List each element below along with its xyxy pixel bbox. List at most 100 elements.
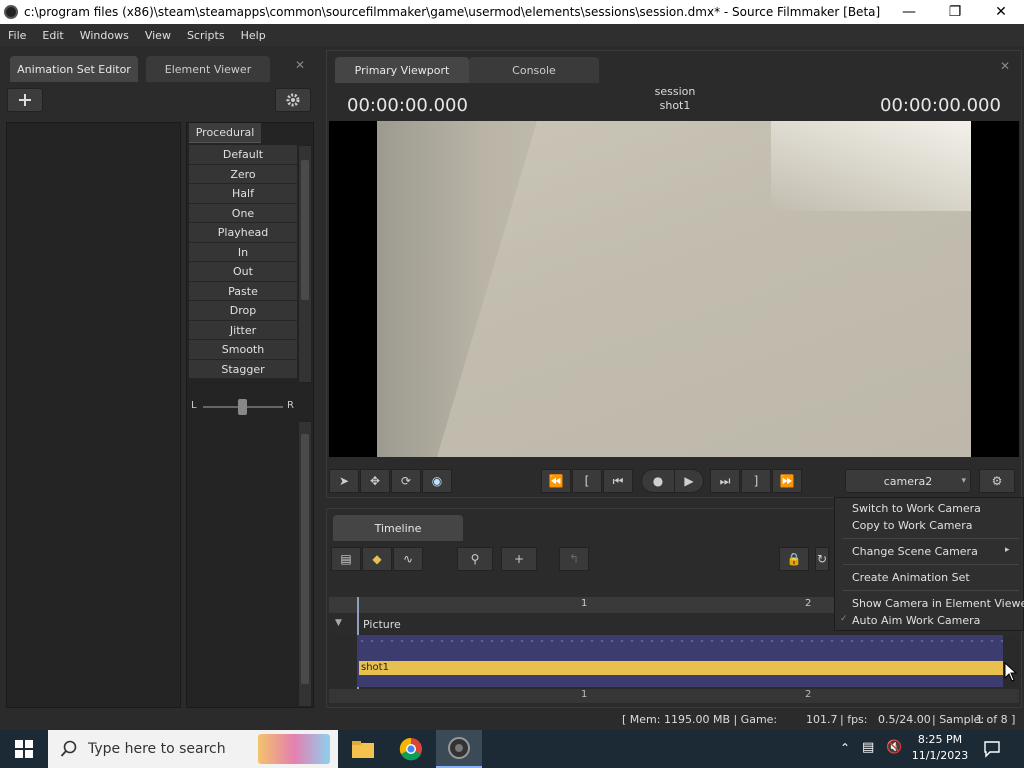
menu-view[interactable]: View	[137, 29, 179, 42]
chevron-up-icon[interactable]: ⌃	[840, 741, 850, 755]
select-tool-button[interactable]: ➤	[329, 469, 359, 493]
tab-primary-viewport[interactable]: Primary Viewport	[335, 57, 469, 83]
menu-item-create-animation-set[interactable]: Create Animation Set	[852, 571, 970, 584]
lock-button[interactable]: 🔒	[779, 547, 809, 571]
add-animation-set-button[interactable]	[7, 88, 43, 112]
settings-button[interactable]	[275, 88, 311, 112]
notifications-icon[interactable]	[983, 740, 1001, 758]
camera-view[interactable]	[377, 121, 971, 457]
ruler-tick: 2	[805, 598, 812, 609]
tab-console[interactable]: Console	[469, 57, 599, 83]
rotate-icon: ⟳	[400, 474, 412, 488]
picture-track[interactable]: shot1	[329, 635, 1019, 687]
go-to-end-button[interactable]: ⏭	[710, 469, 740, 493]
chrome-icon	[399, 737, 422, 761]
add-marker-button[interactable]: ⚲	[457, 547, 493, 571]
play-button[interactable]: ▶	[674, 469, 704, 493]
viewport-settings-button[interactable]: ⚙	[979, 469, 1015, 493]
menu-edit[interactable]: Edit	[34, 29, 71, 42]
menu-item-copy-to-work-camera[interactable]: Copy to Work Camera	[852, 519, 972, 532]
collapse-triangle-icon[interactable]: ▼	[335, 618, 342, 628]
menu-file[interactable]: File	[0, 29, 34, 42]
menu-item-switch-to-work-camera[interactable]: Switch to Work Camera	[852, 502, 981, 515]
scrollbar-thumb[interactable]	[301, 160, 309, 300]
camera-select-value: camera2	[883, 474, 933, 488]
status-sample-value: 1 of 8 ]	[976, 713, 1016, 726]
preset-in[interactable]: In	[189, 242, 297, 262]
primary-viewport-panel: Primary Viewport Console ✕ 00:00:00.000 …	[326, 50, 1022, 498]
clip-editor-button[interactable]: ▤	[331, 547, 361, 571]
shot-info: session shot1	[647, 85, 703, 113]
fast-forward-button[interactable]: ⏩	[772, 469, 802, 493]
camera-select[interactable]: camera2 ▾	[845, 469, 971, 493]
network-icon[interactable]: ▤	[862, 740, 874, 755]
close-button[interactable]: ✕	[978, 0, 1024, 24]
preset-paste[interactable]: Paste	[189, 281, 297, 301]
volume-muted-icon[interactable]: 🔇	[886, 740, 902, 755]
camera-view-button[interactable]: ◉	[422, 469, 452, 493]
preset-scrollbar[interactable]	[298, 145, 312, 383]
file-explorer-taskbar-button[interactable]	[340, 730, 386, 768]
balance-slider[interactable]: L R	[189, 395, 313, 419]
rewind-button[interactable]: ⏪	[541, 469, 571, 493]
tab-timeline[interactable]: Timeline	[333, 515, 463, 541]
preset-playhead[interactable]: Playhead	[189, 223, 297, 243]
chrome-taskbar-button[interactable]	[388, 730, 434, 768]
taskbar-clock[interactable]: 8:25 PM 11/1/2023	[908, 732, 972, 764]
sfm-icon	[448, 737, 470, 759]
shot-clip[interactable]: shot1	[359, 661, 1003, 675]
maximize-button[interactable]: ❐	[932, 0, 978, 24]
minimize-button[interactable]: —	[886, 0, 932, 24]
close-panel-icon[interactable]: ✕	[295, 58, 305, 72]
preset-out[interactable]: Out	[189, 262, 297, 282]
preset-zero[interactable]: Zero	[189, 164, 297, 184]
animation-set-list[interactable]	[6, 122, 181, 708]
bracket-left-icon: [	[584, 474, 590, 488]
target-icon: ◉	[431, 474, 443, 488]
timeline-bottom-ruler[interactable]: 1 2	[329, 689, 1019, 703]
close-panel-icon[interactable]: ✕	[1000, 59, 1010, 73]
preset-smooth[interactable]: Smooth	[189, 340, 297, 360]
menu-scripts[interactable]: Scripts	[179, 29, 233, 42]
control-list-scrollbar[interactable]	[298, 421, 312, 707]
up-level-button[interactable]: ↰	[559, 547, 589, 571]
scrollbar-thumb[interactable]	[301, 434, 309, 684]
loop-button[interactable]: ↻	[815, 547, 829, 571]
mark-in-button[interactable]: [	[572, 469, 602, 493]
sfm-taskbar-button[interactable]	[436, 730, 482, 768]
preset-drop[interactable]: Drop	[189, 301, 297, 321]
preset-stagger[interactable]: Stagger	[189, 359, 297, 379]
taskbar-search[interactable]: Type here to search	[48, 730, 338, 768]
menu-item-change-scene-camera[interactable]: Change Scene Camera	[852, 545, 978, 558]
go-to-start-button[interactable]: ⏮	[603, 469, 633, 493]
start-button[interactable]	[0, 730, 48, 768]
slider-handle[interactable]	[238, 399, 247, 415]
3d-viewport[interactable]	[329, 121, 1019, 457]
film-icon: ▤	[340, 552, 352, 566]
slider-right-label: R	[287, 400, 294, 411]
status-fps-value: 0.5/24.00	[878, 713, 931, 726]
tab-procedural[interactable]: Procedural	[189, 123, 261, 143]
gear-icon: ⚙	[991, 474, 1003, 488]
control-list[interactable]	[189, 421, 299, 707]
tab-element-viewer[interactable]: Element Viewer	[146, 56, 270, 82]
loop-icon: ↻	[816, 552, 828, 566]
title-bar: c:\program files (x86)\steam\steamapps\c…	[0, 0, 1024, 24]
move-tool-button[interactable]: ✥	[360, 469, 390, 493]
preset-half[interactable]: Half	[189, 184, 297, 204]
menu-item-show-camera-in-element-viewer[interactable]: Show Camera in Element Viewer	[852, 597, 1024, 610]
rotate-tool-button[interactable]: ⟳	[391, 469, 421, 493]
add-track-button[interactable]: +	[501, 547, 537, 571]
menu-windows[interactable]: Windows	[72, 29, 137, 42]
tab-animation-set-editor[interactable]: Animation Set Editor	[10, 56, 138, 82]
preset-jitter[interactable]: Jitter	[189, 320, 297, 340]
record-button[interactable]: ●	[641, 469, 675, 493]
preset-default[interactable]: Default	[189, 145, 297, 165]
menu-item-auto-aim-work-camera[interactable]: Auto Aim Work Camera	[852, 614, 980, 627]
graph-editor-button[interactable]: ∿	[393, 547, 423, 571]
mark-out-button[interactable]: ]	[741, 469, 771, 493]
menu-help[interactable]: Help	[233, 29, 274, 42]
preset-one[interactable]: One	[189, 203, 297, 223]
motion-editor-button[interactable]: ◆	[362, 547, 392, 571]
ruler-tick: 1	[581, 689, 588, 700]
